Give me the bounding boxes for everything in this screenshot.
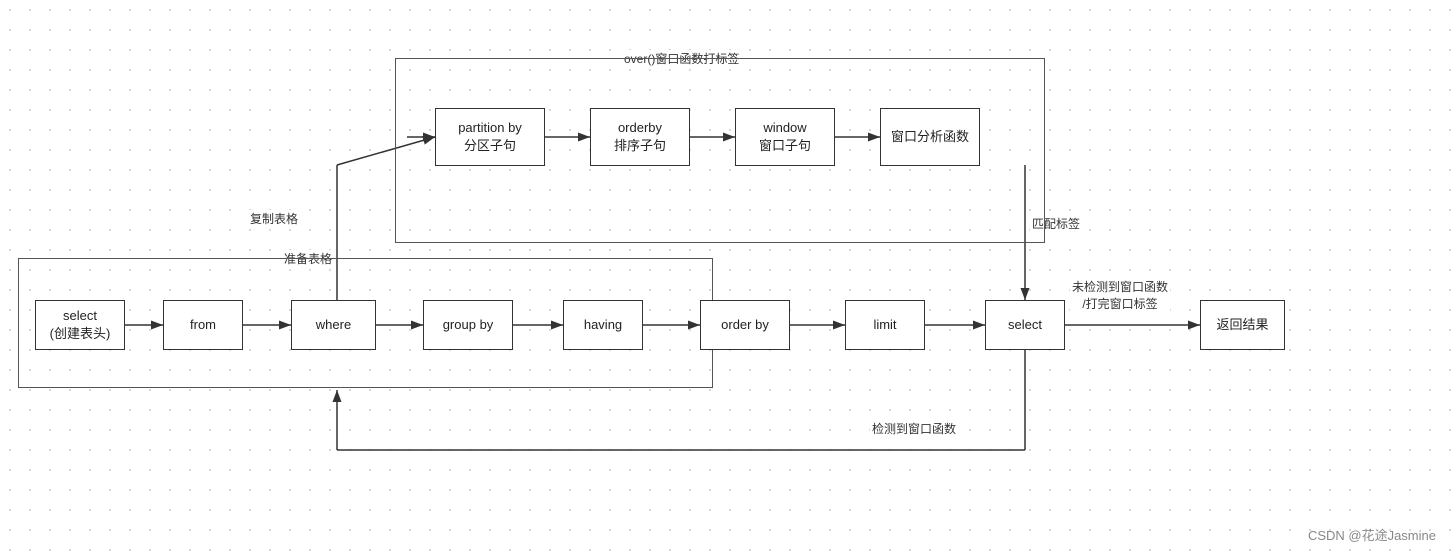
diagram-container: over()窗口函数打标签 准备表格 select (创建表头) from wh… — [0, 0, 1456, 559]
node-select-main: select — [985, 300, 1065, 350]
node-window-func: 窗口分析函数 — [880, 108, 980, 166]
label-no-window: 未检测到窗口函数 /打完窗口标签 — [1070, 278, 1170, 312]
node-return: 返回结果 — [1200, 300, 1285, 350]
watermark: CSDN @花途Jasmine — [1308, 525, 1436, 544]
node-select-create: select (创建表头) — [35, 300, 125, 350]
node-from: from — [163, 300, 243, 350]
node-having: having — [563, 300, 643, 350]
node-group-by: group by — [423, 300, 513, 350]
label-detect-window: 检测到窗口函数 — [870, 420, 958, 437]
node-where: where — [291, 300, 376, 350]
node-order-by: order by — [700, 300, 790, 350]
node-orderby: orderby 排序子句 — [590, 108, 690, 166]
node-partition-by: partition by 分区子句 — [435, 108, 545, 166]
label-copy-table: 复制表格 — [248, 210, 300, 227]
node-limit: limit — [845, 300, 925, 350]
node-window: window 窗口子句 — [735, 108, 835, 166]
